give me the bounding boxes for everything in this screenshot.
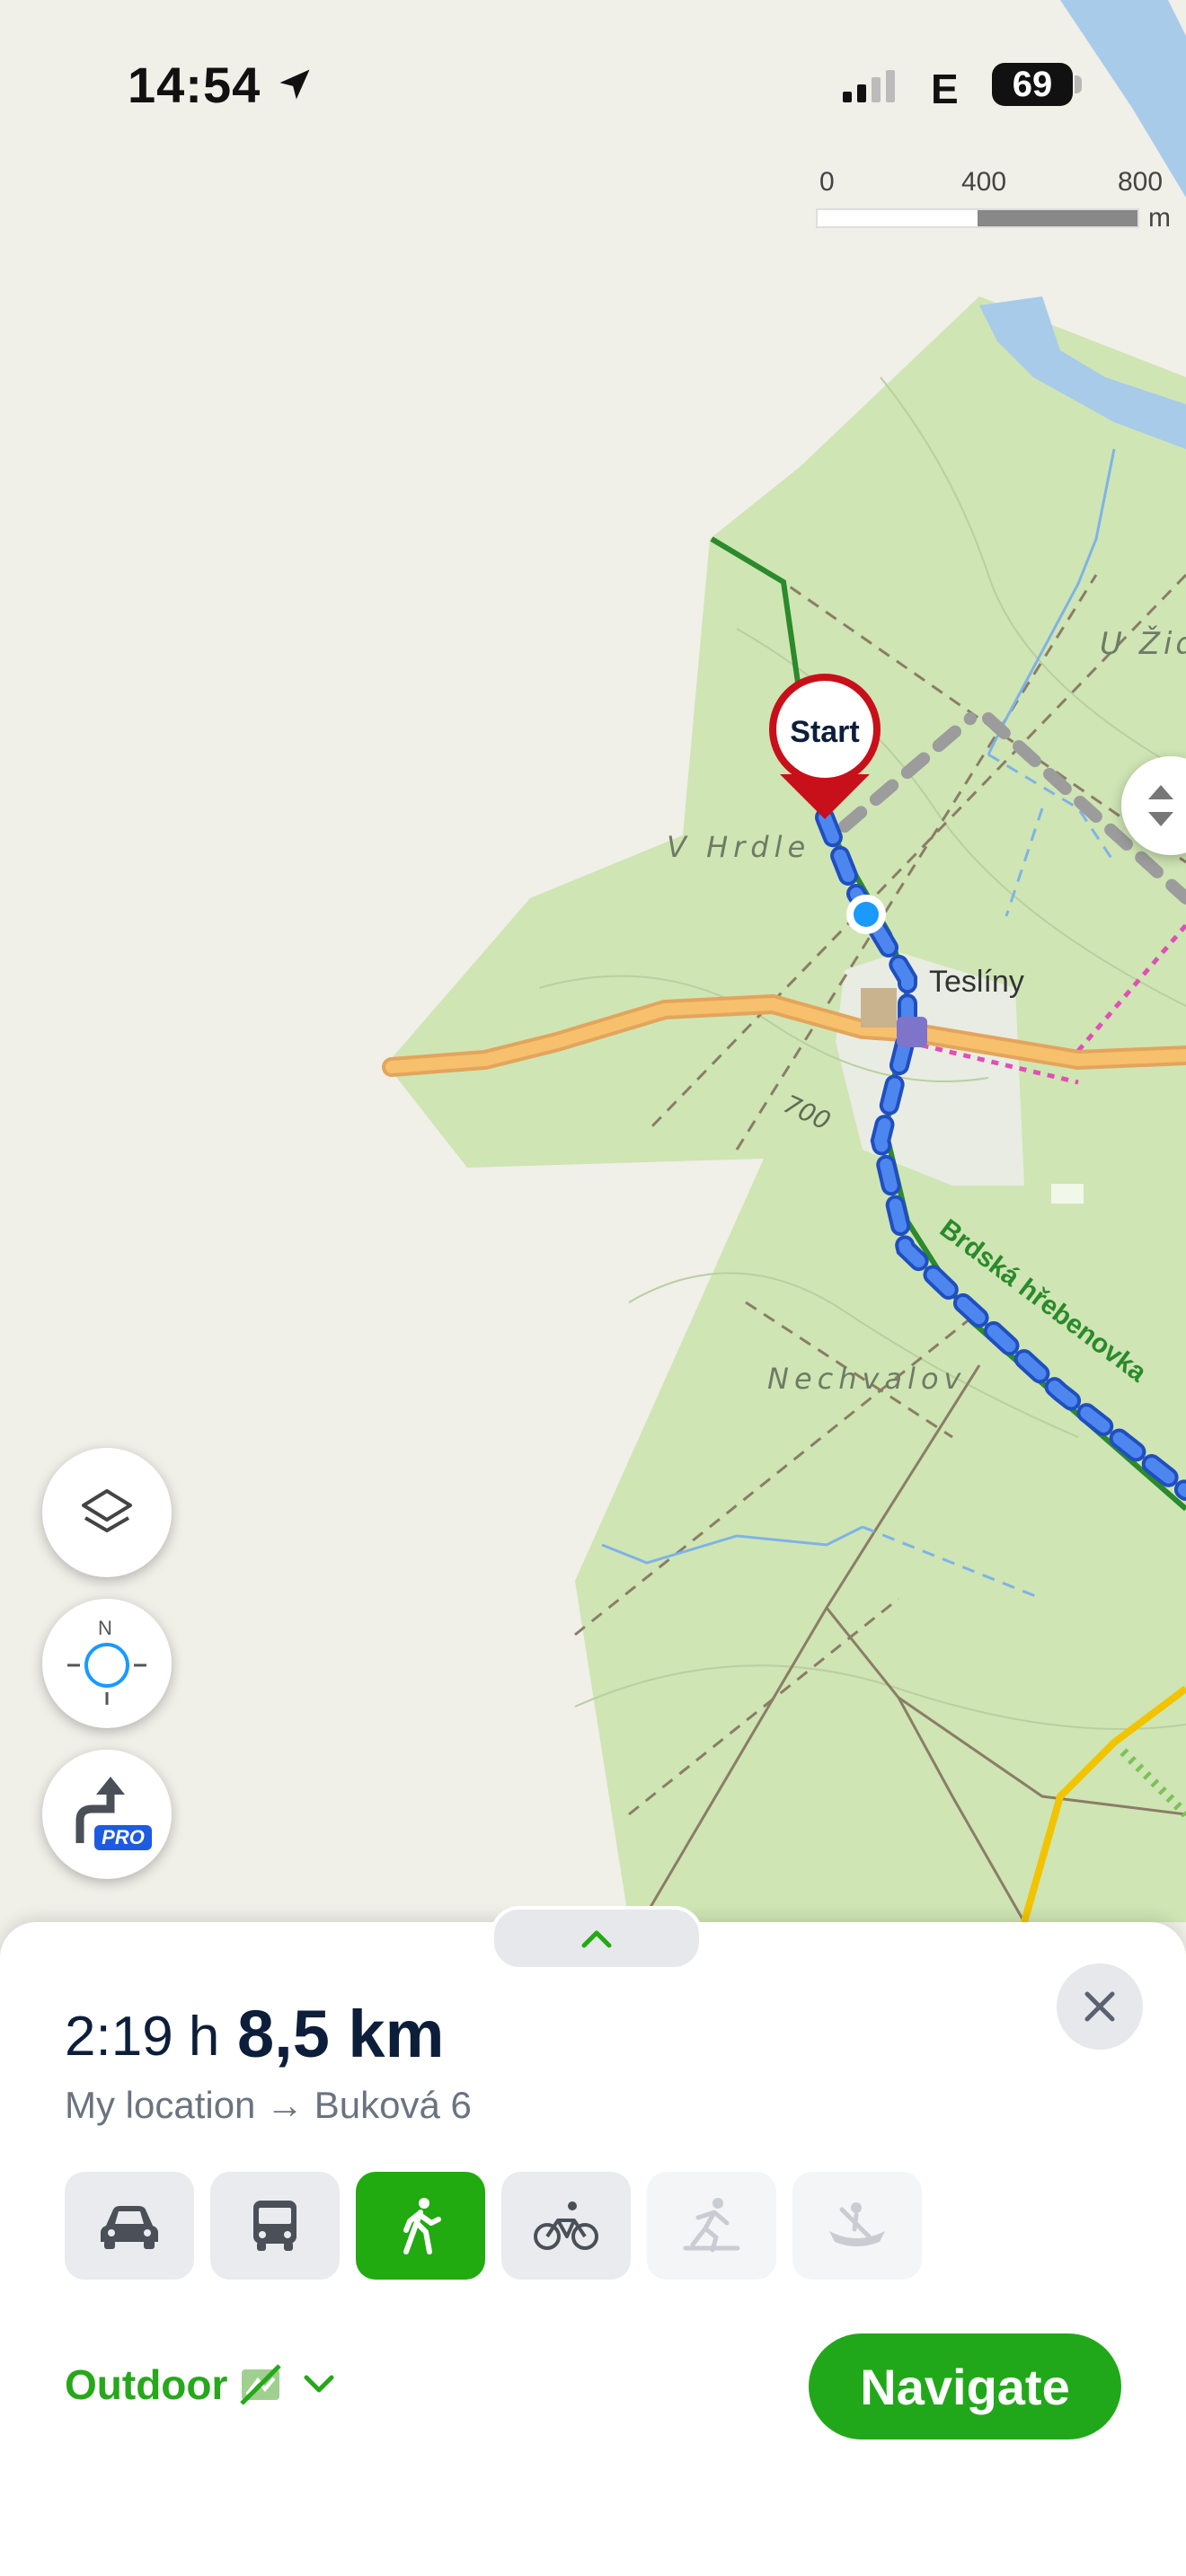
start-label: Start [790, 715, 859, 749]
chevron-up-icon [581, 1930, 612, 1948]
scale-label-400: 400 [961, 167, 1007, 197]
mode-ski-button [647, 2172, 776, 2280]
layers-icon [82, 1489, 132, 1532]
compass-button[interactable]: N [42, 1599, 172, 1728]
status-time: 14:54 [128, 57, 261, 113]
sheet-expand-handle[interactable] [491, 1906, 703, 1971]
route-distance: 8,5 km [237, 1997, 445, 2071]
scale-bar: 0 400 800 m [816, 167, 1186, 239]
scale-label-0: 0 [819, 167, 835, 197]
compass-icon: N [62, 1617, 152, 1708]
navigate-button[interactable]: Navigate [809, 2333, 1121, 2439]
mode-walk-button[interactable] [356, 2172, 485, 2280]
duration-value: 2:19 [65, 2006, 173, 2068]
chevron-down-icon [304, 2375, 334, 2393]
mode-car-button[interactable] [65, 2172, 194, 2280]
expand-vertical-icon [1148, 785, 1173, 826]
pro-badge: PRO [94, 1825, 152, 1850]
close-icon [1084, 1991, 1115, 2022]
location-arrow-icon [279, 69, 310, 100]
place-label-nechvalov: Nechvalov [767, 1362, 966, 1396]
no-paved-road-icon [240, 2364, 282, 2405]
network-type: E [931, 66, 959, 112]
boat-icon [829, 2202, 885, 2246]
route-arrow: → [266, 2084, 305, 2126]
mode-bike-button[interactable] [501, 2172, 631, 2280]
place-label-tesliny: Teslíny [929, 965, 1024, 999]
ski-icon [683, 2198, 740, 2253]
bus-icon [253, 2201, 296, 2251]
layers-button[interactable] [42, 1448, 172, 1577]
mode-boat-button [792, 2172, 922, 2280]
battery-cap [1075, 75, 1082, 93]
place-label-u-zid: U Žid [1100, 625, 1186, 662]
route-destination[interactable]: Buková 6 [314, 2084, 472, 2126]
profile-label: Outdoor [65, 2361, 228, 2408]
route-origin[interactable]: My location [65, 2084, 255, 2126]
route-duration: 2:19 h [65, 2005, 219, 2069]
signal-icon [843, 70, 895, 102]
mode-bus-button[interactable] [210, 2172, 340, 2280]
scale-label-800: 800 [1118, 167, 1164, 197]
route-endpoints: My location → Buková 6 [65, 2084, 472, 2127]
bus-stop-marker [897, 1017, 927, 1047]
scale-unit: m [1148, 203, 1171, 233]
route-profile-selector[interactable]: Outdoor [65, 2360, 337, 2409]
status-bar: 14:54 E 69 [0, 0, 1186, 171]
place-label-v-hrdle: V Hrdle [667, 830, 810, 864]
battery-indicator: 69 [992, 63, 1073, 106]
car-icon [101, 2206, 158, 2249]
duration-unit: h [188, 2006, 220, 2068]
bike-icon [534, 2201, 598, 2250]
scale-graphic [816, 208, 1139, 228]
walk-icon [403, 2198, 441, 2254]
route-planner-pro-button[interactable]: PRO [42, 1750, 172, 1879]
close-button[interactable] [1057, 1963, 1143, 2050]
